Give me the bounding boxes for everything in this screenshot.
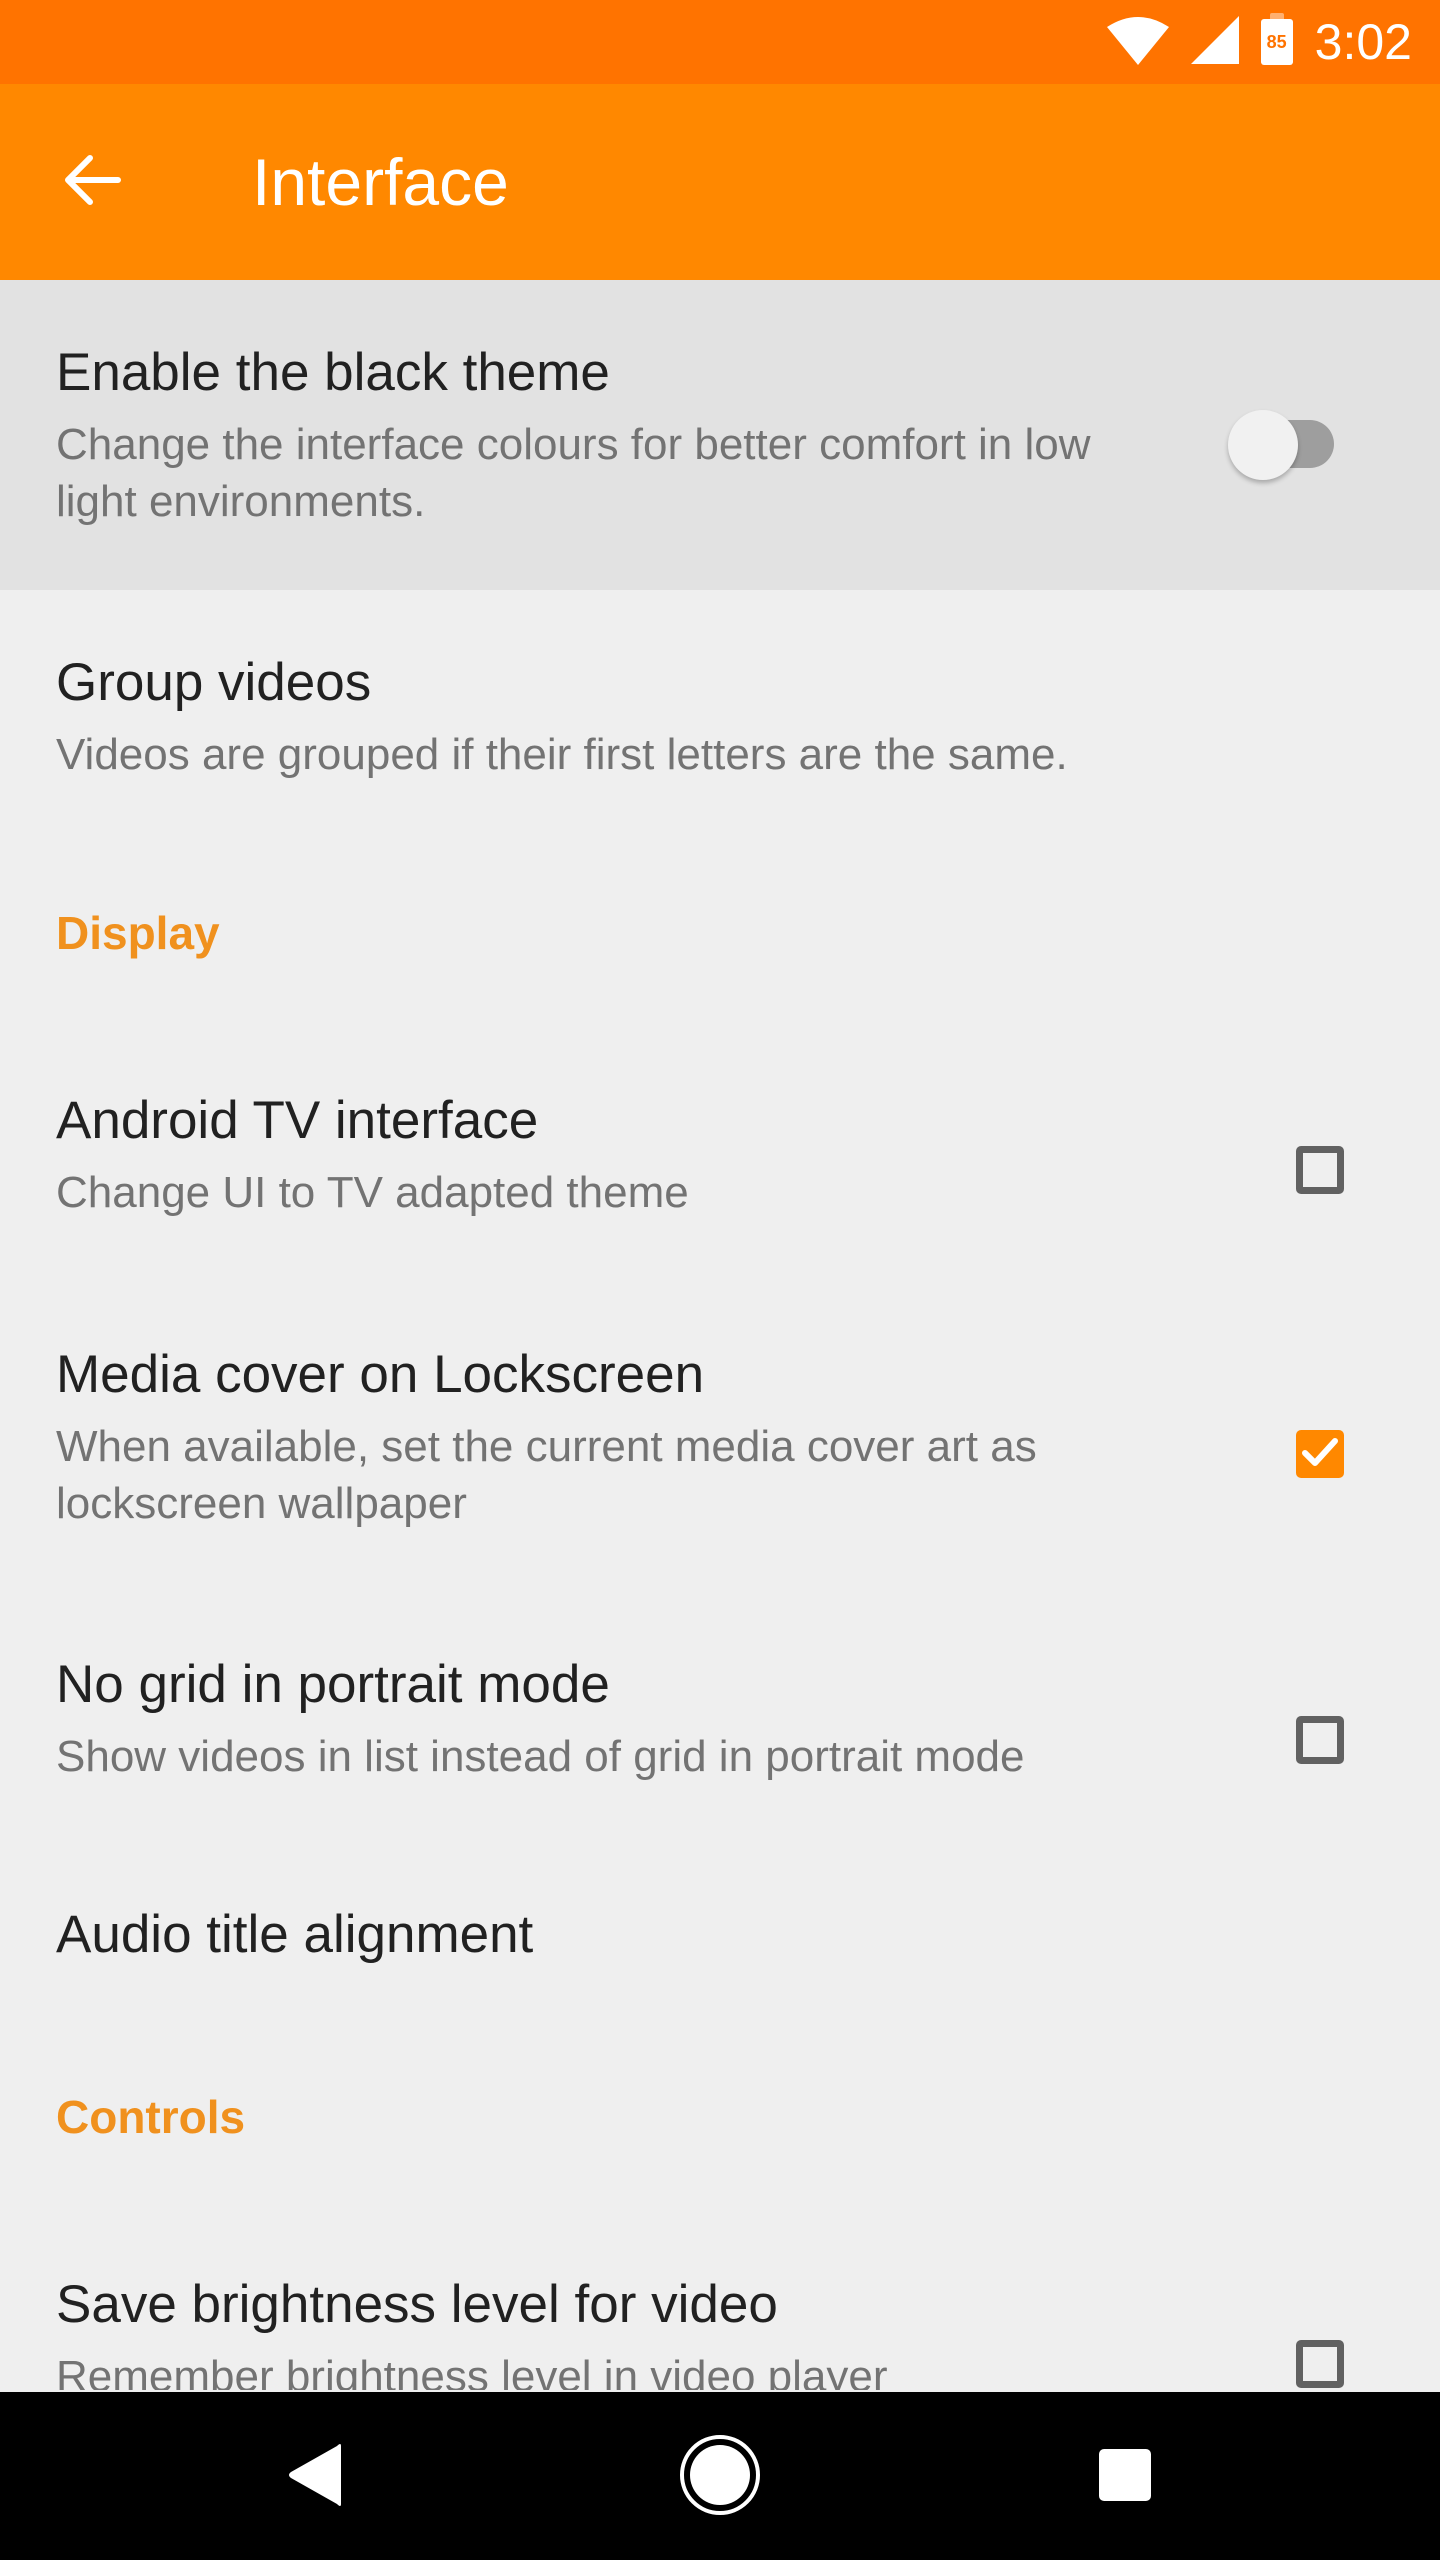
status-time: 3:02	[1314, 14, 1412, 70]
switch-thumb	[1228, 410, 1298, 480]
pref-android-tv[interactable]: Android TV interface Change UI to TV ada…	[0, 1060, 1440, 1310]
pref-audio-title-alignment[interactable]: Audio title alignment	[0, 1870, 1440, 2050]
pref-no-grid[interactable]: No grid in portrait mode Show videos in …	[0, 1620, 1440, 1870]
media-cover-checkbox[interactable]	[1296, 1430, 1344, 1478]
no-grid-checkbox[interactable]	[1296, 1716, 1344, 1764]
wifi-icon	[1106, 15, 1169, 70]
nav-recents-button[interactable]	[1080, 2432, 1170, 2522]
battery-level: 85	[1266, 31, 1287, 52]
preferences-list: Enable the black theme Change the interf…	[0, 280, 1440, 2390]
back-triangle-icon	[285, 2442, 345, 2513]
category-controls: Controls	[56, 2091, 246, 2143]
save-brightness-checkbox[interactable]	[1296, 2340, 1344, 2388]
pref-summary: Videos are grouped if their first letter…	[56, 730, 1068, 779]
pref-summary: When available, set the current media co…	[56, 1422, 1037, 1528]
android-tv-checkbox[interactable]	[1296, 1146, 1344, 1194]
back-button[interactable]	[52, 142, 132, 222]
pref-summary: Show videos in list instead of grid in p…	[56, 1732, 1025, 1781]
pref-title: Media cover on Lockscreen	[56, 1345, 705, 1404]
pref-media-cover[interactable]: Media cover on Lockscreen When available…	[0, 1310, 1440, 1620]
category-display: Display	[56, 907, 220, 959]
pref-title: No grid in portrait mode	[56, 1655, 610, 1714]
home-circle-icon	[678, 2433, 762, 2522]
status-bar: 85 3:02	[0, 0, 1440, 84]
pref-summary: Change the interface colours for better …	[56, 420, 1091, 526]
arrow-left-icon	[60, 148, 124, 217]
pref-title: Android TV interface	[56, 1091, 539, 1150]
pref-save-brightness[interactable]: Save brightness level for video Remember…	[0, 2240, 1440, 2390]
pref-title: Audio title alignment	[56, 1905, 534, 1964]
black-theme-switch[interactable]	[1228, 398, 1348, 480]
pref-summary: Change UI to TV adapted theme	[56, 1168, 689, 1217]
pref-title: Enable the black theme	[56, 343, 610, 402]
pref-black-theme[interactable]: Enable the black theme Change the interf…	[0, 280, 1440, 590]
navigation-bar	[0, 2392, 1440, 2560]
pref-group-videos[interactable]: Group videos Videos are grouped if their…	[0, 590, 1440, 830]
checkmark-icon	[1300, 1432, 1340, 1477]
app-bar: Interface	[0, 84, 1440, 280]
pref-title: Group videos	[56, 653, 372, 712]
recents-square-icon	[1098, 2448, 1152, 2507]
page-title: Interface	[252, 145, 509, 219]
battery-icon: 85	[1260, 13, 1293, 65]
cell-signal-icon	[1190, 15, 1239, 69]
pref-summary: Remember brightness level in video playe…	[56, 2352, 888, 2390]
nav-back-button[interactable]	[270, 2432, 360, 2522]
pref-title: Save brightness level for video	[56, 2275, 778, 2334]
nav-home-button[interactable]	[675, 2432, 765, 2522]
